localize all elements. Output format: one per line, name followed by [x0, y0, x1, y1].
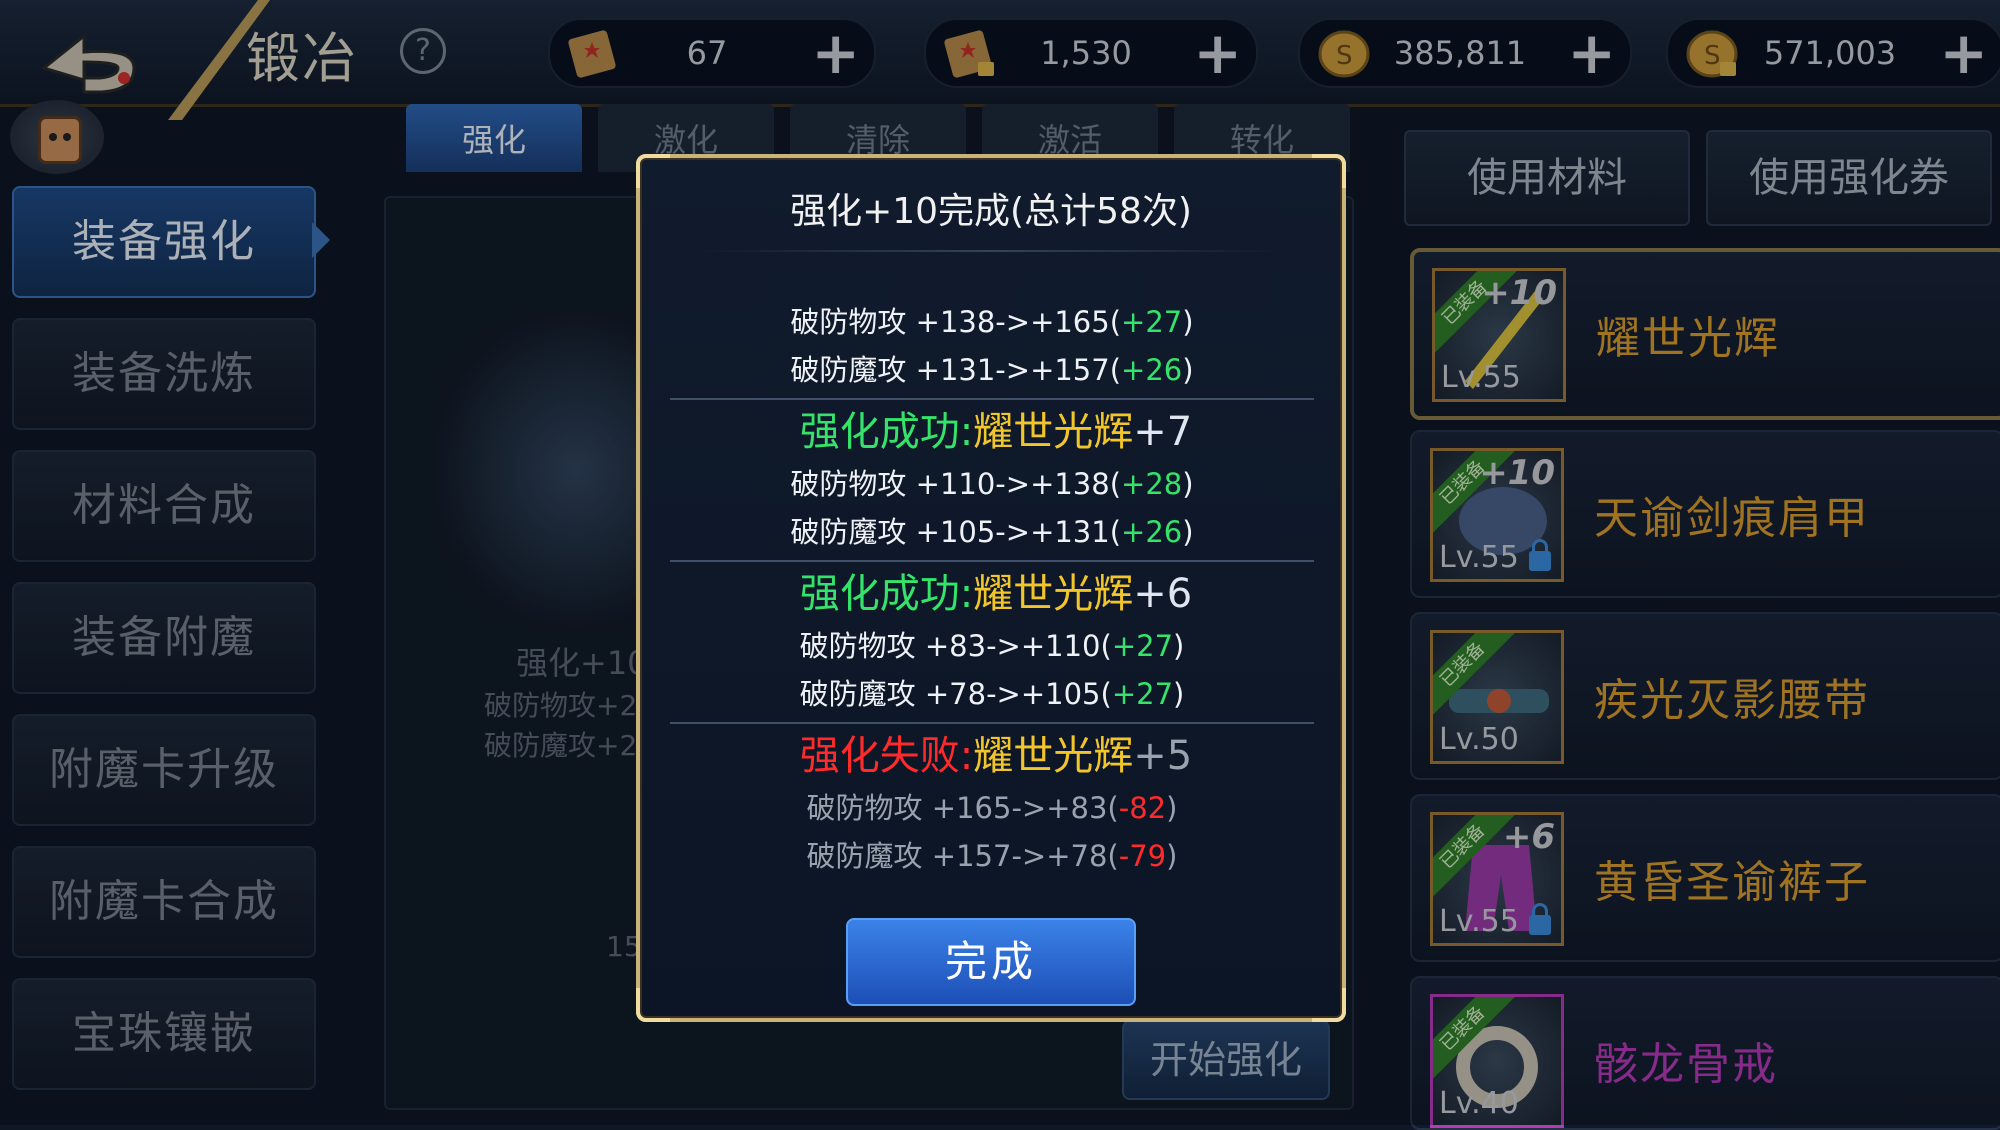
stat-name: 破防物攻 — [806, 791, 923, 825]
result-divider — [670, 398, 1314, 400]
stat-paren-open: ( — [1109, 305, 1122, 339]
stat-name: 破防魔攻 — [790, 515, 907, 549]
stat-to: +157 — [1030, 353, 1110, 387]
dialog-title: 强化+10完成(总计58次) — [790, 191, 1192, 232]
stat-change-row: 破防魔攻 +105->+131(+26) — [670, 508, 1314, 556]
stat-paren-open: ( — [1107, 791, 1119, 825]
stat-paren-open: ( — [1100, 677, 1112, 711]
result-heading: 强化成功:耀世光辉+7 — [670, 404, 1314, 460]
stat-delta: -79 — [1118, 839, 1167, 873]
stat-paren-close: ) — [1182, 515, 1194, 549]
result-item-name: 耀世光辉 — [973, 571, 1134, 617]
result-colon: : — [959, 571, 974, 617]
stat-delta: +28 — [1121, 467, 1183, 501]
stat-change-row: 破防魔攻 +157->+78(-79) — [670, 832, 1314, 880]
stat-name: 破防魔攻 — [806, 839, 923, 873]
result-heading: 强化成功:耀世光辉+6 — [670, 566, 1314, 622]
stat-change-row: 破防魔攻 +78->+105(+27) — [670, 670, 1314, 718]
result-block: 强化失败:耀世光辉+5 破防物攻 +165->+83(-82) 破防魔攻 +157-… — [670, 728, 1314, 880]
stat-paren-open: ( — [1109, 515, 1122, 549]
enhance-result-dialog: 强化+10完成(总计58次) 破防物攻 +138->+165(+27) 破防魔攻 … — [636, 154, 1346, 1022]
stat-change-row: 破防物攻 +165->+83(-82) — [670, 784, 1314, 832]
stat-from: +157 — [931, 839, 1012, 873]
stat-arrow: -> — [995, 353, 1031, 387]
stat-name: 破防物攻 — [790, 305, 907, 339]
stat-from: +110 — [915, 467, 996, 501]
result-item-name: 耀世光辉 — [973, 733, 1134, 779]
stat-paren-open: ( — [1109, 353, 1122, 387]
stat-delta: +27 — [1121, 305, 1183, 339]
stat-paren-close: ) — [1182, 467, 1194, 501]
result-block: 强化成功:耀世光辉+6 破防物攻 +83->+110(+27) 破防魔攻 +78->… — [670, 566, 1314, 718]
stat-to: +131 — [1030, 515, 1110, 549]
result-heading: 强化失败:耀世光辉+5 — [670, 728, 1314, 784]
stat-paren-open: ( — [1107, 839, 1119, 873]
stat-change-row: 破防物攻 +138->+165(+27) — [670, 298, 1314, 346]
result-level: +6 — [1133, 571, 1193, 617]
stat-from: +105 — [915, 515, 996, 549]
result-status: 强化成功 — [799, 409, 960, 455]
stat-arrow: -> — [986, 677, 1021, 711]
stat-from: +165 — [931, 791, 1012, 825]
stat-paren-close: ) — [1182, 305, 1194, 339]
title-divider — [700, 250, 1282, 252]
stat-name: 破防魔攻 — [790, 353, 907, 387]
stat-arrow: -> — [1011, 839, 1047, 873]
stat-to: +138 — [1030, 467, 1110, 501]
result-block: 强化成功:耀世光辉+7 破防物攻 +110->+138(+28) 破防魔攻 +105… — [670, 404, 1314, 556]
result-list: 破防物攻 +138->+165(+27) 破防魔攻 +131->+157(+26)… — [670, 298, 1314, 880]
stat-delta: +26 — [1121, 353, 1183, 387]
stat-paren-close: ) — [1173, 677, 1185, 711]
stat-arrow: -> — [986, 629, 1021, 663]
stat-name: 破防魔攻 — [799, 677, 916, 711]
result-item-name: 耀世光辉 — [973, 409, 1134, 455]
stat-arrow: -> — [995, 515, 1031, 549]
stat-delta: +27 — [1111, 629, 1174, 663]
stat-change-row: 破防物攻 +83->+110(+27) — [670, 622, 1314, 670]
result-level: +7 — [1133, 409, 1193, 455]
stat-to: +110 — [1020, 629, 1101, 663]
stat-paren-close: ) — [1166, 839, 1178, 873]
stat-to: +78 — [1046, 839, 1108, 873]
stat-to: +105 — [1020, 677, 1101, 711]
stat-delta: +26 — [1121, 515, 1183, 549]
result-block: 破防物攻 +138->+165(+27) 破防魔攻 +131->+157(+26) — [670, 298, 1314, 394]
result-colon: : — [959, 409, 974, 455]
result-colon: : — [959, 733, 974, 779]
stat-paren-close: ) — [1173, 629, 1185, 663]
stat-paren-close: ) — [1166, 791, 1178, 825]
result-status: 强化失败 — [799, 733, 960, 779]
stat-from: +138 — [915, 305, 996, 339]
stat-delta: -82 — [1118, 791, 1167, 825]
stat-from: +83 — [924, 629, 987, 663]
stat-from: +78 — [924, 677, 987, 711]
stat-delta: +27 — [1111, 677, 1174, 711]
frame-corner — [636, 988, 670, 1022]
stat-paren-open: ( — [1109, 467, 1122, 501]
stat-to: +165 — [1030, 305, 1110, 339]
result-divider — [670, 560, 1314, 562]
stat-paren-open: ( — [1100, 629, 1112, 663]
result-status: 强化成功 — [799, 571, 960, 617]
stat-arrow: -> — [1011, 791, 1047, 825]
stat-from: +131 — [915, 353, 996, 387]
result-level: +5 — [1133, 733, 1193, 779]
stat-paren-close: ) — [1182, 353, 1194, 387]
stat-arrow: -> — [995, 467, 1031, 501]
stat-name: 破防物攻 — [799, 629, 916, 663]
stat-change-row: 破防物攻 +110->+138(+28) — [670, 460, 1314, 508]
result-divider — [670, 722, 1314, 724]
stat-change-row: 破防魔攻 +131->+157(+26) — [670, 346, 1314, 394]
stat-name: 破防物攻 — [790, 467, 907, 501]
frame-corner — [1312, 988, 1346, 1022]
stat-arrow: -> — [995, 305, 1031, 339]
stat-to: +83 — [1046, 791, 1108, 825]
done-button[interactable]: 完成 — [846, 918, 1136, 1006]
